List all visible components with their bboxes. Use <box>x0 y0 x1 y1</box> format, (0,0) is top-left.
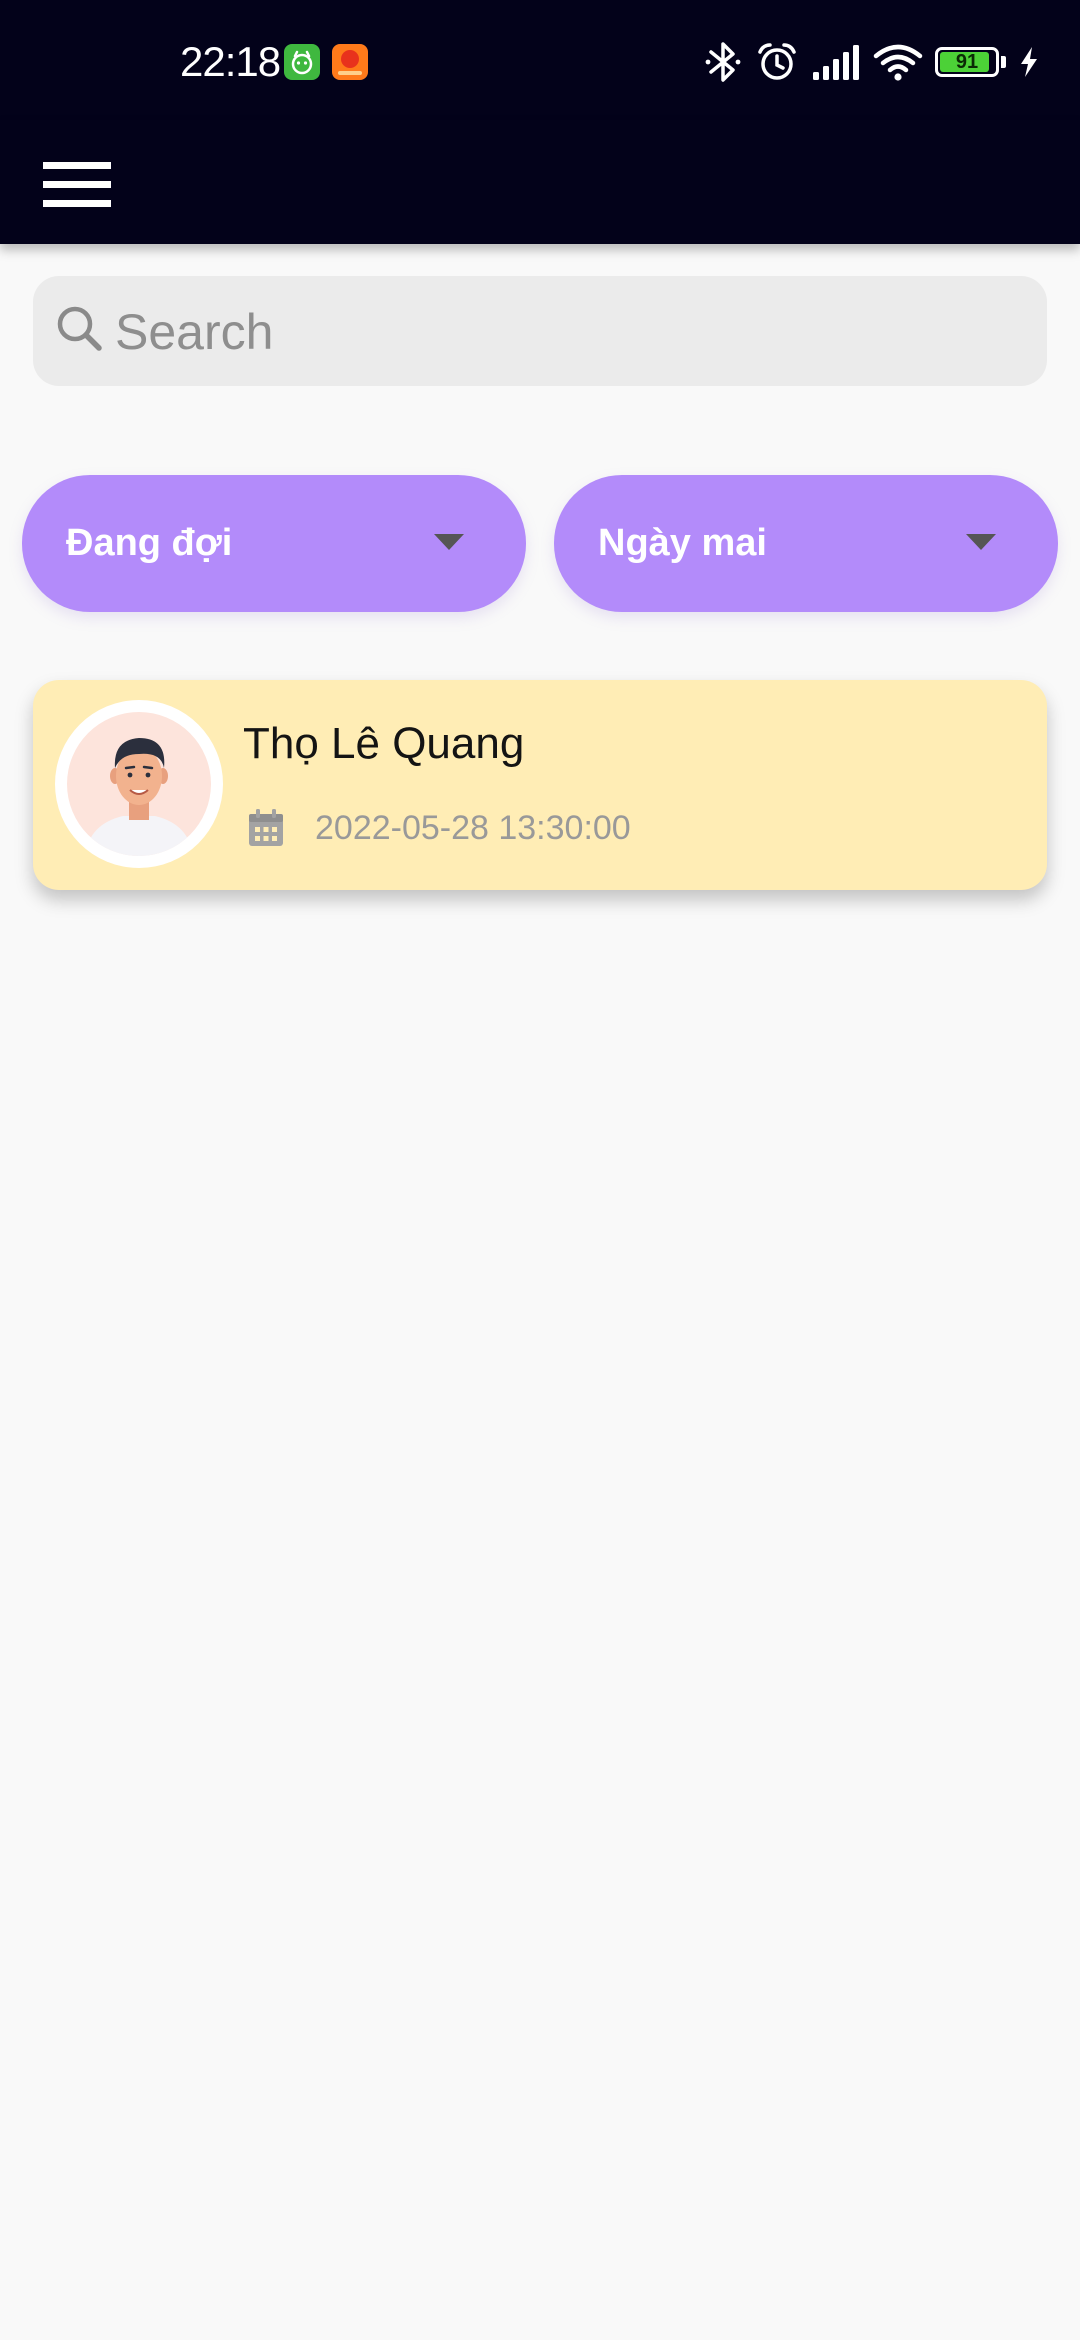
caret-down-icon <box>966 534 996 550</box>
avatar <box>55 700 223 868</box>
signal-icon <box>813 45 859 80</box>
search-bar <box>33 276 1047 388</box>
calendar-icon <box>249 809 283 846</box>
appointment-datetime: 2022-05-28 13:30:00 <box>315 809 631 847</box>
caret-down-icon <box>434 534 464 550</box>
app-notification-icon <box>332 44 368 80</box>
app-notification-icon <box>284 44 320 80</box>
battery-icon: 91 <box>935 47 999 77</box>
bluetooth-icon <box>705 42 741 82</box>
appointment-card[interactable]: Thọ Lê Quang 2022-05-28 13:30:00 <box>33 680 1047 890</box>
charging-icon <box>1021 47 1037 77</box>
status-filter-dropdown[interactable]: Đang đợi <box>22 475 526 612</box>
date-filter-dropdown[interactable]: Ngày mai <box>554 475 1058 612</box>
status-time: 22:18 <box>180 38 281 85</box>
search-input[interactable] <box>113 276 1017 388</box>
search-icon <box>57 306 102 351</box>
status-bar: 22:18 91 <box>0 0 1080 120</box>
date-filter-label: Ngày mai <box>598 522 767 564</box>
battery-level: 91 <box>955 51 979 73</box>
battery-cap <box>1001 56 1006 68</box>
user-avatar <box>67 712 211 856</box>
menu-button[interactable] <box>30 138 124 232</box>
hamburger-menu-icon <box>43 162 111 207</box>
wifi-icon <box>873 44 923 81</box>
alarm-icon <box>758 43 796 80</box>
app-bar <box>0 120 1080 244</box>
patient-name: Thọ Lê Quang <box>243 719 525 768</box>
status-filter-label: Đang đợi <box>66 522 233 564</box>
